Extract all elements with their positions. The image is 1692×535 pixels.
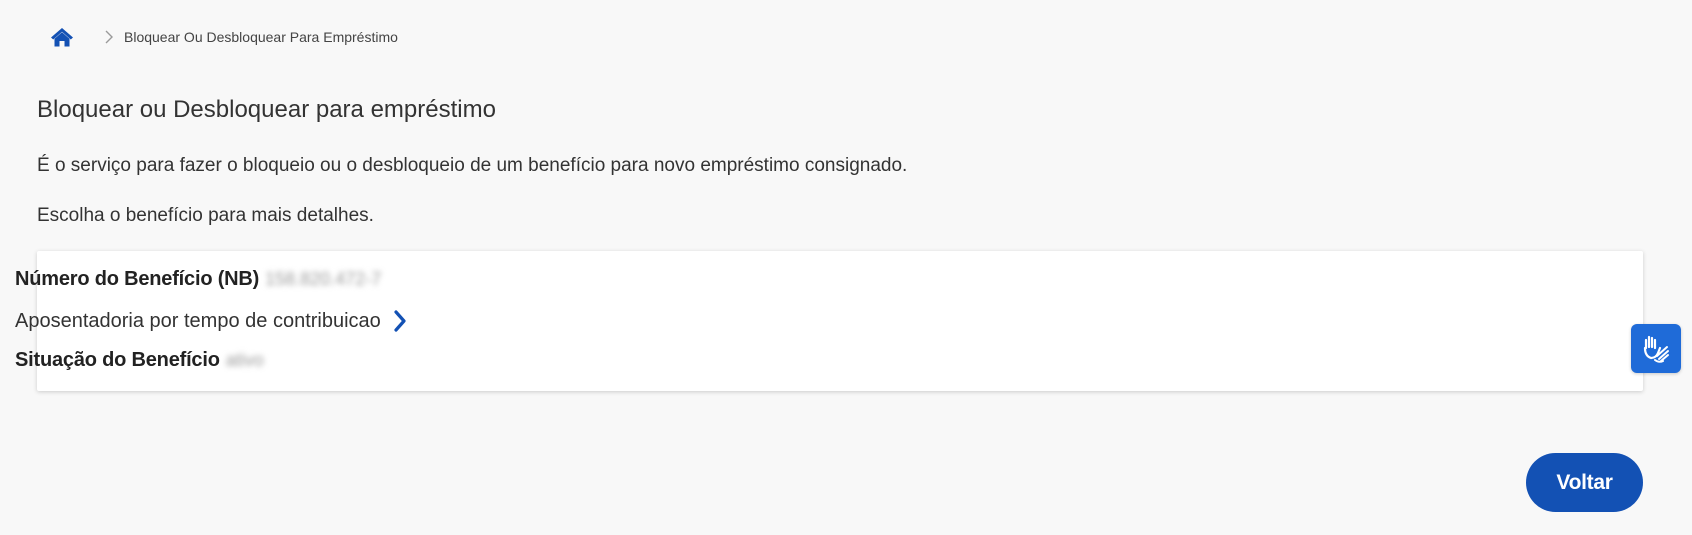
home-icon[interactable] <box>50 26 74 48</box>
chevron-right-icon[interactable] <box>393 308 409 334</box>
benefit-number-value: 158.820.472-7 <box>265 269 382 289</box>
page-title: Bloquear ou Desbloquear para empréstimo <box>37 96 496 123</box>
breadcrumb: Bloquear Ou Desbloquear Para Empréstimo <box>50 24 398 50</box>
back-button[interactable]: Voltar <box>1526 453 1643 512</box>
chevron-right-icon <box>104 29 116 45</box>
benefit-type[interactable]: Aposentadoria por tempo de contribuicao <box>15 310 381 333</box>
page-description: É o serviço para fazer o bloqueio ou o d… <box>37 155 908 176</box>
sign-language-hands-icon[interactable] <box>1631 324 1681 373</box>
breadcrumb-current: Bloquear Ou Desbloquear Para Empréstimo <box>124 29 398 45</box>
benefit-type-row[interactable]: Aposentadoria por tempo de contribuicao <box>15 308 409 334</box>
benefit-status-label: Situação do Benefício <box>15 349 220 371</box>
benefit-number-label: Número do Benefício (NB) <box>15 268 260 290</box>
benefit-status-value: ativo <box>225 350 264 370</box>
page-hint: Escolha o benefício para mais detalhes. <box>37 205 374 226</box>
benefit-number-row: Número do Benefício (NB) 158.820.472-7 <box>15 268 381 291</box>
benefit-status-row: Situação do Benefício ativo <box>15 349 264 372</box>
